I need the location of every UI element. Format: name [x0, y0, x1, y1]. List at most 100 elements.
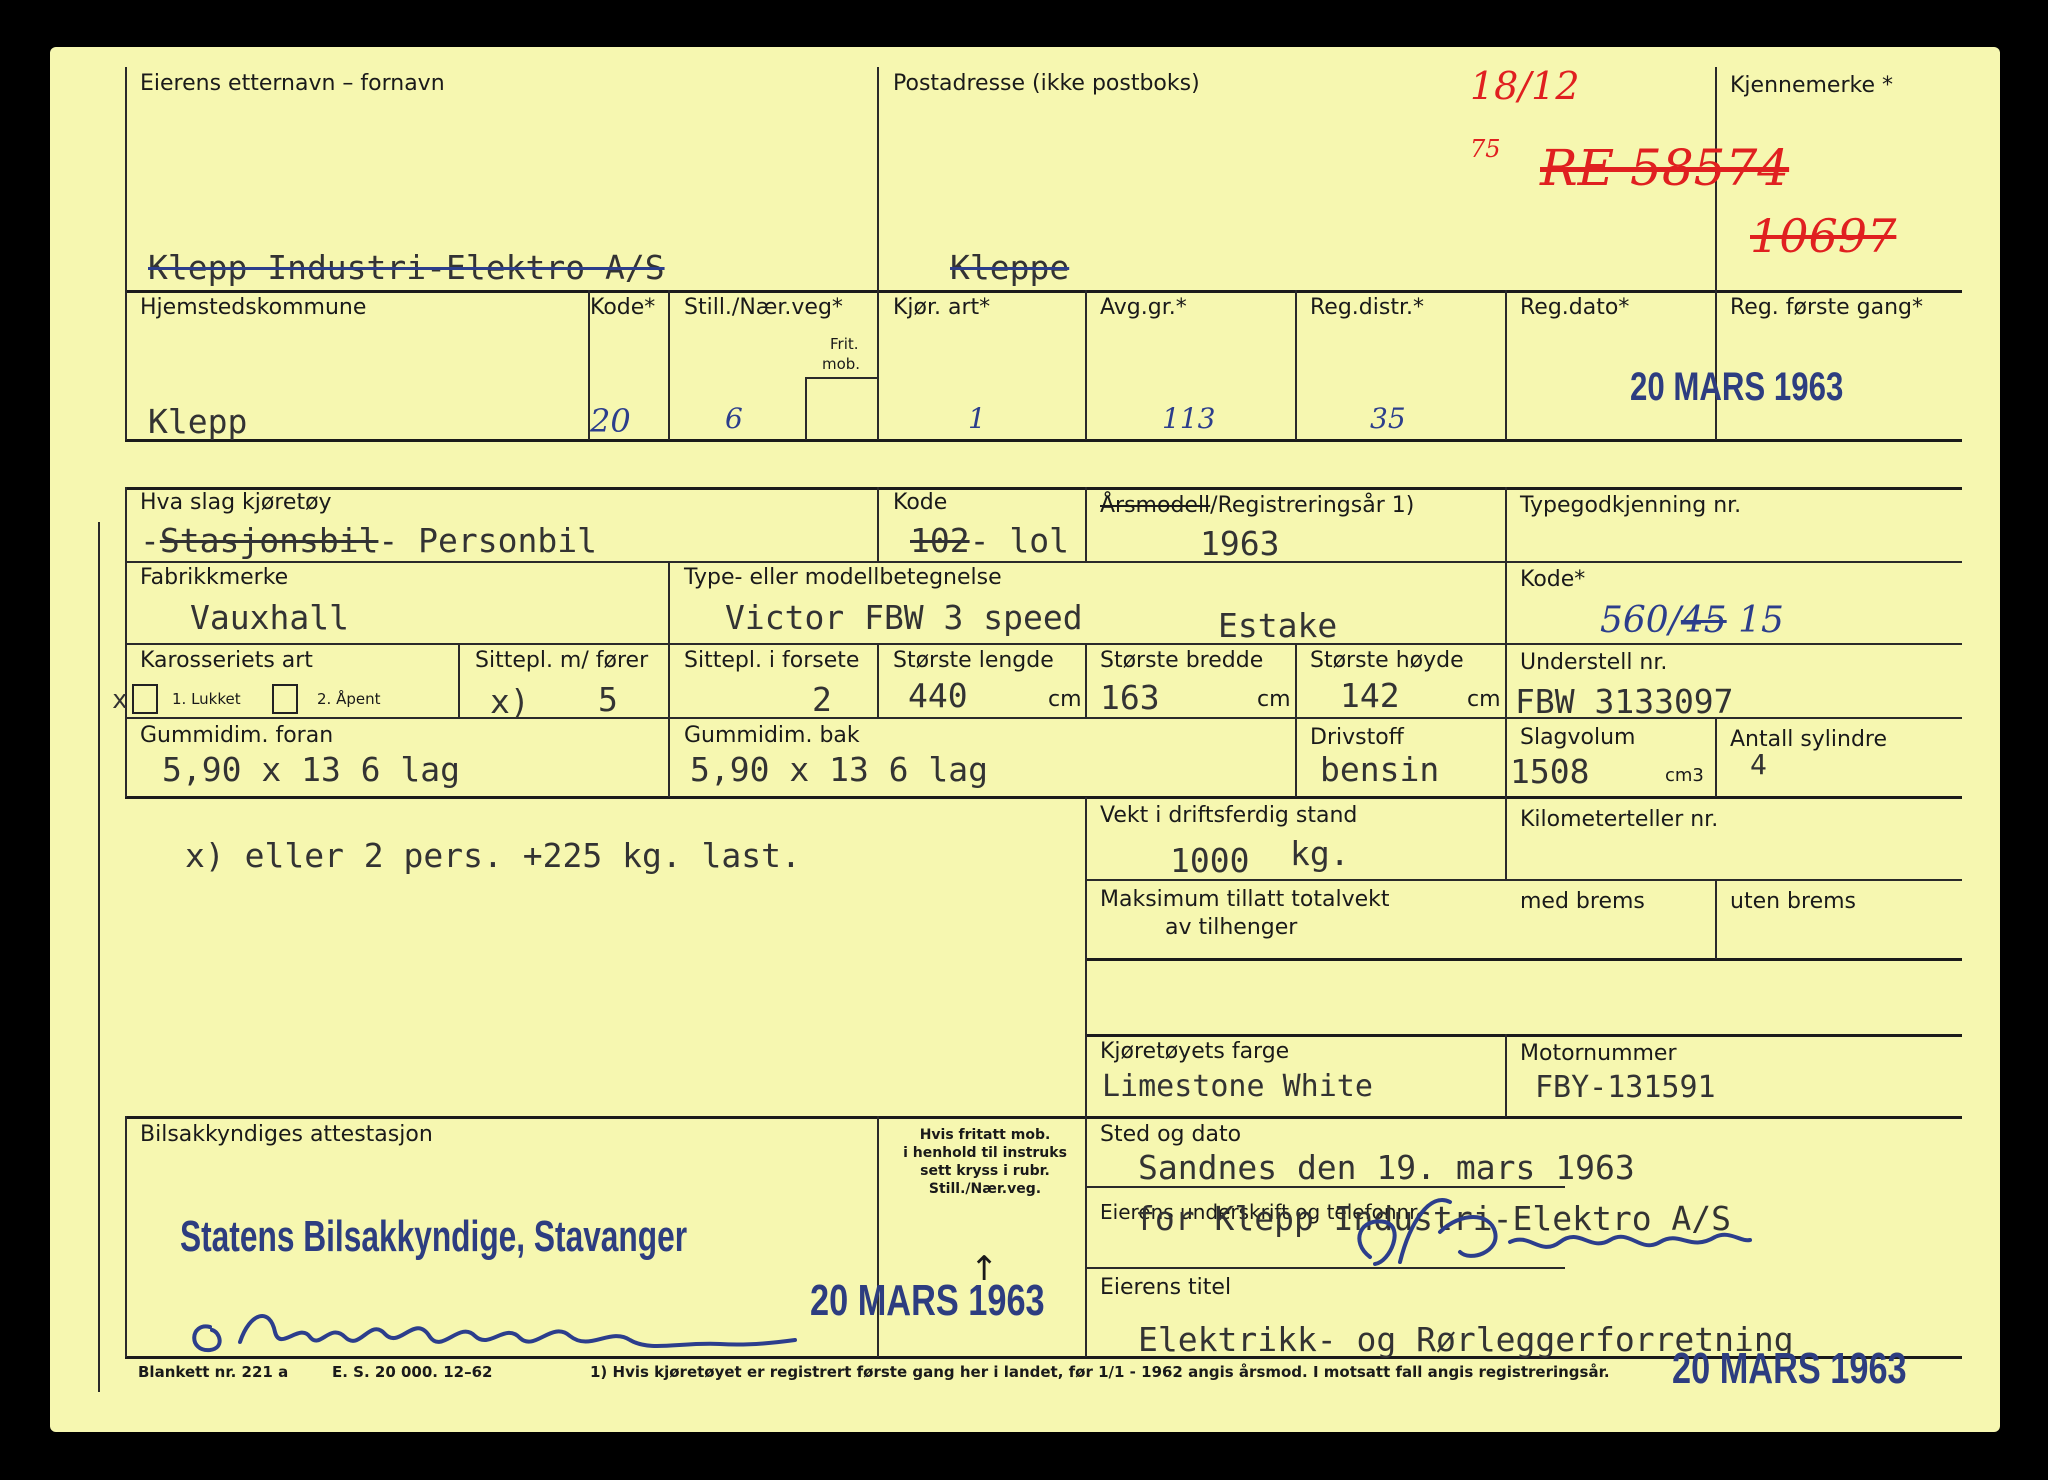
still-value: 6: [725, 402, 743, 435]
weight-label: Vekt i driftsferdig stand: [1100, 803, 1358, 828]
rule: [125, 487, 1962, 490]
rule: [1505, 1034, 1507, 1117]
kode2-new: 15: [1738, 600, 1784, 641]
rule: [668, 561, 670, 797]
kode2-value: 560/: [1600, 600, 1681, 641]
fuel-value: bensin: [1320, 750, 1440, 789]
engine-value: FBY-131591: [1535, 1070, 1716, 1105]
rule: [125, 1116, 127, 1357]
kode2-label: Kode*: [1520, 567, 1586, 592]
rule: [1295, 290, 1297, 440]
body-checkbox-closed[interactable]: [132, 684, 158, 714]
chassis-label: Understell nr.: [1520, 650, 1668, 675]
tire-rear-label: Gummidim. bak: [684, 723, 860, 748]
color-value: Limestone White: [1102, 1069, 1373, 1104]
title-label: Eierens titel: [1100, 1275, 1232, 1300]
rule: [1715, 879, 1717, 959]
tire-front-label: Gummidim. foran: [140, 723, 334, 748]
exempt-line-3: sett kryss i rubr.: [920, 1163, 1050, 1179]
typegodkj-label: Typegodkjenning nr.: [1520, 493, 1742, 518]
rule: [458, 643, 460, 718]
seats-value: 5: [598, 680, 618, 719]
rule: [1085, 1116, 1087, 1357]
rule: [125, 561, 1962, 563]
exempt-line-4: Still./Nær.veg.: [928, 1181, 1042, 1197]
rule: [98, 522, 100, 1392]
kode-value-line: 102- lol: [910, 521, 1069, 560]
year-label: Årsmodell/Registreringsår 1): [1100, 495, 1414, 517]
rule: [1085, 643, 1087, 718]
footnote: 1) Hvis kjøretøyet er registrert første …: [590, 1363, 1610, 1381]
rule: [877, 290, 879, 440]
plate-old: 10697: [1750, 209, 1897, 263]
color-label: Kjøretøyets farge: [1100, 1039, 1290, 1064]
body-label: Karosseriets art: [140, 648, 313, 673]
rule: [1085, 290, 1087, 440]
rule: [125, 439, 1962, 442]
model-extra: Estake: [1218, 606, 1338, 645]
make-label: Fabrikkmerke: [140, 565, 289, 590]
volume-value: 1508: [1510, 752, 1590, 791]
kjor-label: Kjør. art*: [893, 295, 991, 320]
rule: [125, 290, 1962, 293]
width-label: Største bredde: [1100, 648, 1264, 673]
seats-prefix: x): [490, 682, 530, 721]
height-unit: cm: [1467, 687, 1501, 712]
address-label: Postadresse (ikke postboks): [893, 71, 1200, 96]
still-label: Still./Nær.veg*: [684, 295, 843, 320]
owner-signature: [1357, 1198, 1752, 1266]
exempt-line-2: i henhold til instruks: [903, 1145, 1067, 1161]
cyl-value: 4: [1750, 748, 1767, 781]
rule: [125, 643, 1962, 645]
kode-label: Kode: [893, 490, 948, 515]
address-value: Kleppe: [950, 248, 1070, 287]
avg-label: Avg.gr.*: [1100, 295, 1187, 320]
attest-label: Bilsakkyndiges attestasjon: [140, 1122, 433, 1147]
plate-year: 75: [1470, 135, 1501, 163]
kode2-value-line: 560/45 15: [1600, 603, 1784, 639]
rule: [1505, 290, 1507, 440]
body-checkbox-open[interactable]: [272, 684, 298, 714]
mob-label: mob.: [822, 355, 861, 373]
regdato-stamp: 20 MARS 1963: [1630, 365, 1844, 409]
rule: [125, 796, 1962, 799]
regdato-label: Reg.dato*: [1520, 295, 1630, 320]
rule: [1295, 643, 1297, 797]
regdistr-label: Reg.distr.*: [1310, 295, 1424, 320]
first-reg-label: Reg. første gang*: [1730, 295, 1924, 320]
year-value: 1963: [1200, 524, 1280, 563]
kjor-value: 1: [968, 402, 986, 435]
rule: [805, 377, 877, 379]
width-value: 163: [1100, 678, 1160, 717]
place-value: Sandnes den 19. mars 1963: [1138, 1148, 1635, 1187]
attest-org: Statens Bilsakkyndige, Stavanger: [180, 1212, 688, 1261]
tire-front-value: 5,90 x 13 6 lag: [162, 750, 461, 789]
exempt-line-1: Hvis fritatt mob.: [919, 1127, 1051, 1143]
length-value: 440: [908, 676, 968, 715]
code-value: 20: [590, 402, 631, 440]
rule: [125, 1116, 1962, 1119]
rule: [1085, 487, 1087, 562]
max-label-1: Maksimum tillatt totalvekt: [1100, 887, 1390, 912]
engine-label: Motornummer: [1520, 1041, 1677, 1066]
type-label: Hva slag kjøretøy: [140, 490, 332, 515]
max-label-2: av tilhenger: [1165, 915, 1298, 940]
brake-with-label: med brems: [1520, 889, 1645, 914]
plate-date: 18/12: [1470, 64, 1580, 108]
width-unit: cm: [1257, 687, 1291, 712]
rule: [1715, 717, 1717, 797]
load-note: x) eller 2 pers. +225 kg. last.: [185, 836, 801, 875]
kode-value: lol: [1009, 521, 1069, 560]
rule: [1085, 1034, 1087, 1117]
inspector-signature: [192, 1314, 797, 1353]
front-seats-label: Sittepl. i forsete: [684, 648, 860, 673]
owner-value: Klepp Industri-Elektro A/S: [148, 248, 665, 287]
rule: [877, 67, 879, 292]
type-value-line: -Stasjonsbil- Personbil: [140, 521, 597, 560]
tire-rear-value: 5,90 x 13 6 lag: [690, 750, 989, 789]
rule: [1085, 958, 1962, 961]
body-mark: x: [112, 685, 128, 715]
form-number: Blankett nr. 221 a: [138, 1363, 289, 1381]
kode2-old: 45: [1680, 600, 1727, 641]
front-seats-value: 2: [812, 680, 832, 719]
